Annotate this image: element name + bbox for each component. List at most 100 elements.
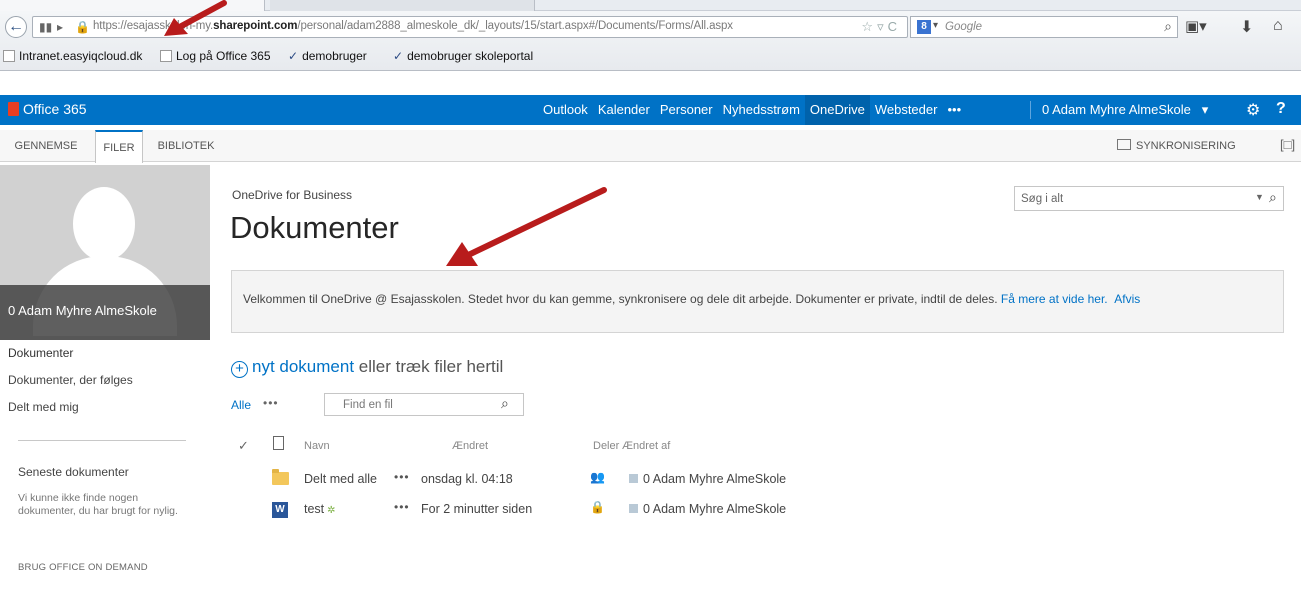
- office-icon: [160, 50, 172, 62]
- home-icon[interactable]: ⌂: [1273, 17, 1283, 35]
- office-logo-icon: [8, 102, 19, 116]
- lock-icon[interactable]: 🔒: [590, 500, 605, 514]
- dismiss-link[interactable]: Afvis: [1114, 292, 1140, 306]
- column-header-modified-by[interactable]: Ændret af: [622, 440, 670, 452]
- left-navigation: Dokumenter Dokumenter, der følges Delt m…: [8, 344, 208, 425]
- view-more-button[interactable]: •••: [263, 396, 279, 410]
- page-icon: [3, 50, 15, 62]
- breadcrumb[interactable]: OneDrive for Business: [232, 188, 352, 202]
- welcome-text-block: Velkommen til OneDrive @ Esajasskolen. S…: [243, 288, 1253, 310]
- suite-nav: Outlook Kalender Personer Nyhedsstrøm On…: [538, 95, 966, 125]
- select-all-check[interactable]: ✓: [238, 438, 249, 454]
- url-path: /personal/adam2888_almeskole_dk/_layouts…: [297, 20, 733, 32]
- find-file-placeholder: Find en fil: [343, 399, 393, 411]
- welcome-text: Velkommen til OneDrive @ Esajasskolen. S…: [243, 292, 998, 306]
- profile-card[interactable]: 0 Adam Myhre AlmeSkole: [0, 165, 210, 340]
- search-icon[interactable]: ⌕: [1269, 189, 1277, 206]
- forward-arrow-icon[interactable]: ▸: [57, 20, 63, 34]
- download-icon[interactable]: ⬇: [1240, 17, 1253, 37]
- user-name: 0 Adam Myhre AlmeSkole: [1042, 102, 1191, 117]
- google-icon[interactable]: 8: [917, 20, 931, 34]
- presence-icon: [629, 474, 638, 483]
- table-row[interactable]: Delt med alle ••• onsdag kl. 04:18 👥 0 A…: [231, 468, 831, 498]
- tab-filer[interactable]: FILER: [95, 130, 143, 163]
- bird-icon: ✓: [288, 49, 299, 63]
- red-arrow-icon: [446, 187, 607, 266]
- file-name-link[interactable]: Delt med alle: [304, 472, 377, 486]
- help-icon[interactable]: ?: [1276, 100, 1286, 118]
- table-row[interactable]: W test ✲ ••• For 2 minutter siden 🔒 0 Ada…: [231, 498, 831, 528]
- search-placeholder: Søg i alt: [1021, 193, 1064, 205]
- row-more-button[interactable]: •••: [394, 470, 410, 484]
- search-input[interactable]: Søg i alt ▼ ⌕: [1014, 186, 1284, 211]
- brand-label: Office 365: [23, 101, 87, 117]
- new-badge-icon: ✲: [327, 505, 336, 516]
- find-file-input[interactable]: Find en fil ⌕: [324, 393, 524, 416]
- suite-nav-websteder[interactable]: Websteder: [870, 95, 943, 125]
- plus-circle-icon[interactable]: +: [231, 361, 248, 378]
- suite-nav-outlook[interactable]: Outlook: [538, 95, 593, 125]
- suite-nav-personer[interactable]: Personer: [655, 95, 718, 125]
- chevron-down-icon[interactable]: ▼: [1255, 192, 1264, 202]
- bookmark-label: demobruger: [302, 49, 367, 63]
- leftnav-item-followed[interactable]: Dokumenter, der følges: [8, 371, 208, 398]
- divider: [1030, 101, 1031, 119]
- bookmark-demobruger-skoleportal[interactable]: ✓ demobruger skoleportal: [393, 49, 533, 63]
- red-arrow-icon: [164, 0, 227, 36]
- chevron-down-icon[interactable]: ▾: [933, 20, 938, 31]
- suite-nav-onedrive[interactable]: OneDrive: [804, 95, 870, 125]
- star-reload-icons[interactable]: ☆▿C: [861, 19, 901, 35]
- avatar: [73, 187, 135, 261]
- drag-files-hint: eller træk filer hertil: [354, 357, 504, 376]
- new-document-link[interactable]: nyt dokument: [252, 357, 354, 376]
- new-document-bar: + nyt dokument eller træk filer hertil: [231, 357, 503, 378]
- view-all-link[interactable]: Alle: [231, 398, 251, 412]
- bookmark-demobruger[interactable]: ✓ demobruger: [288, 49, 367, 63]
- row-more-button[interactable]: •••: [394, 500, 410, 514]
- modified-by[interactable]: 0 Adam Myhre AlmeSkole: [629, 472, 786, 486]
- bookmarks-icon[interactable]: ▮▮: [39, 20, 52, 34]
- people-icon[interactable]: 👥: [590, 470, 605, 484]
- focus-mode-icon[interactable]: [□]: [1280, 137, 1295, 152]
- bookmark-intranet[interactable]: Intranet.easyiqcloud.dk: [3, 49, 142, 63]
- sync-label: SYNKRONISERING: [1136, 140, 1236, 152]
- suite-nav-nyhedsstrom[interactable]: Nyhedsstrøm: [718, 95, 805, 125]
- modified-date: For 2 minutter siden: [421, 502, 533, 516]
- gear-icon[interactable]: ⚙: [1246, 100, 1260, 120]
- suite-nav-kalender[interactable]: Kalender: [593, 95, 655, 125]
- browser-tab[interactable]: [270, 0, 535, 11]
- column-header-modified[interactable]: Ændret: [452, 440, 488, 452]
- search-icon[interactable]: ⌕: [501, 395, 509, 412]
- screenshot-icon[interactable]: ▣▾: [1185, 17, 1207, 35]
- magnifier-icon[interactable]: ⌕: [1164, 18, 1172, 35]
- browser-search-placeholder: Google: [945, 21, 983, 33]
- leftnav-item-dokumenter[interactable]: Dokumenter: [8, 344, 208, 371]
- presence-icon: [629, 504, 638, 513]
- recent-docs-empty: Vi kunne ikke finde nogen dokumenter, du…: [18, 492, 178, 517]
- tab-gennemse[interactable]: GENNEMSE: [8, 130, 84, 162]
- divider: [18, 440, 186, 441]
- office365-suite-bar: Office 365 Outlook Kalender Personer Nyh…: [0, 95, 1301, 125]
- sync-icon: [1117, 139, 1131, 150]
- bookmark-label: demobruger skoleportal: [407, 49, 534, 63]
- tab-bibliotek[interactable]: BIBLIOTEK: [150, 130, 222, 162]
- sync-button[interactable]: SYNKRONISERING: [1117, 139, 1236, 152]
- file-name: test: [304, 502, 325, 516]
- modified-by[interactable]: 0 Adam Myhre AlmeSkole: [629, 502, 786, 516]
- profile-name: 0 Adam Myhre AlmeSkole: [8, 303, 157, 318]
- column-header-name[interactable]: Navn: [304, 440, 330, 452]
- office-on-demand-link[interactable]: BRUG OFFICE ON DEMAND: [18, 562, 148, 573]
- browser-search-bar[interactable]: 8 ▾ Google ⌕: [910, 16, 1178, 38]
- learn-more-link[interactable]: Få mere at vide her.: [1001, 292, 1108, 306]
- column-header-shared[interactable]: Deler: [593, 440, 619, 452]
- modified-by-name: 0 Adam Myhre AlmeSkole: [643, 472, 787, 486]
- file-name-link[interactable]: test ✲: [304, 502, 336, 516]
- leftnav-item-shared[interactable]: Delt med mig: [8, 398, 208, 425]
- back-arrow-icon[interactable]: ←: [5, 16, 27, 38]
- chevron-down-icon: ▾: [1201, 102, 1209, 117]
- suite-nav-more[interactable]: •••: [942, 95, 966, 125]
- office365-brand[interactable]: Office 365: [8, 101, 87, 117]
- welcome-banner: Velkommen til OneDrive @ Esajasskolen. S…: [231, 270, 1284, 333]
- user-menu[interactable]: 0 Adam Myhre AlmeSkole ▾: [1030, 95, 1209, 125]
- bookmark-office365[interactable]: Log på Office 365: [160, 49, 271, 63]
